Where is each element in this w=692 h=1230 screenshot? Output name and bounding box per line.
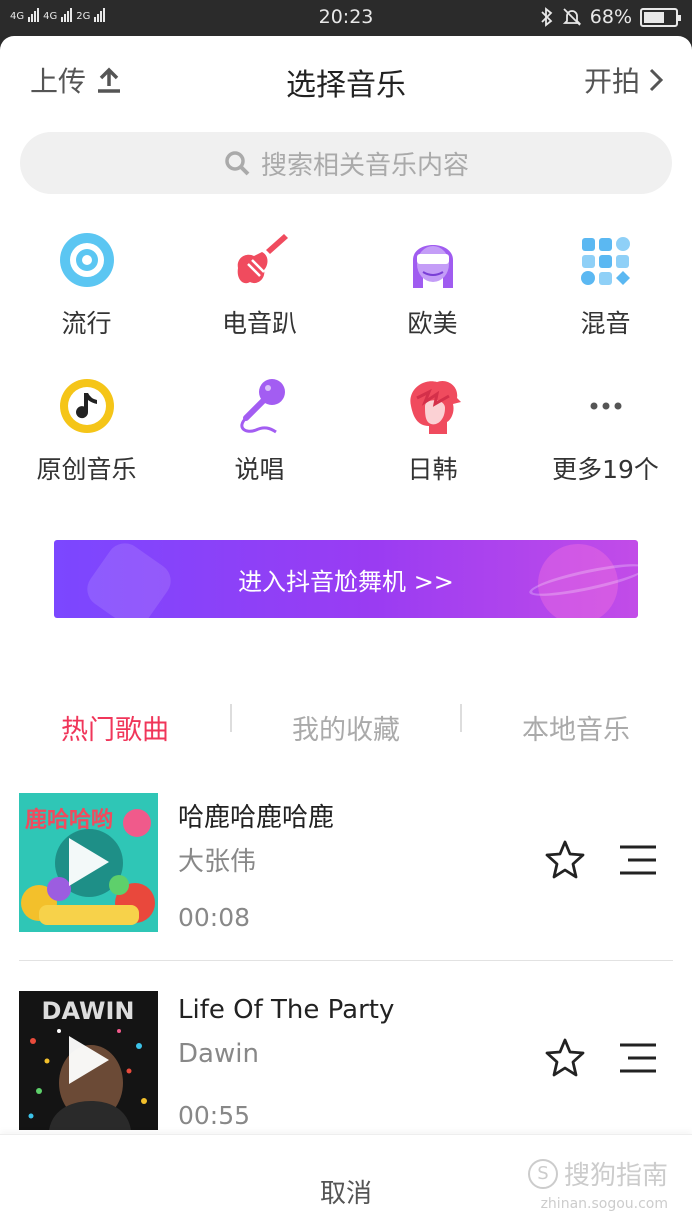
battery-percent: 68%: [589, 6, 632, 28]
header: 上传 选择音乐 开拍: [0, 36, 692, 122]
watermark-url: zhinan.sogou.com: [540, 1196, 668, 1212]
banner-decoration: [80, 540, 178, 618]
battery-fill: [644, 11, 665, 23]
song-artist: Dawin: [178, 1039, 259, 1069]
grid-icon: [580, 237, 630, 285]
category-label: 欧美: [407, 309, 458, 338]
play-icon: [69, 1036, 109, 1084]
category-pop[interactable]: 流行: [0, 230, 173, 340]
disc-icon: [59, 233, 114, 287]
shoot-button[interactable]: 开拍: [584, 60, 664, 100]
category-label: 说唱: [234, 455, 285, 484]
status-bar: 4G 4G 2G 20:23 68%: [0, 0, 692, 36]
shoot-label: 开拍: [583, 65, 640, 98]
star-icon[interactable]: [544, 1037, 586, 1079]
music-picker-sheet: 上传 选择音乐 开拍 搜索相关音乐内容 流行 电音趴 欧美 混音 原创音乐 说唱…: [0, 36, 692, 1230]
sogou-logo-icon: S: [527, 1158, 558, 1189]
song-duration: 00:55: [178, 1101, 251, 1130]
category-label: 日韩: [407, 455, 458, 484]
category-original[interactable]: 原创音乐: [0, 376, 173, 486]
category-label: 混音: [580, 309, 631, 338]
category-rap[interactable]: 说唱: [173, 376, 346, 486]
hair-avatar-icon: [409, 380, 461, 434]
watermark: S 搜狗指南 zhinan.sogou.com: [527, 1155, 668, 1212]
chevron-right-icon: [649, 68, 664, 92]
more-icon: [590, 402, 621, 410]
category-label: 更多19个: [552, 455, 659, 484]
footer: 取消 S 搜狗指南 zhinan.sogou.com: [0, 1134, 692, 1230]
play-icon: [69, 838, 109, 886]
category-edm[interactable]: 电音趴: [173, 230, 346, 340]
bluetooth-icon: [541, 7, 553, 27]
search-icon: [225, 151, 250, 176]
category-western[interactable]: 欧美: [346, 230, 519, 340]
category-jp-kr[interactable]: 日韩: [346, 376, 519, 486]
cover-title: DAWIN: [42, 997, 135, 1025]
category-remix[interactable]: 混音: [519, 230, 692, 340]
row-divider: [19, 960, 673, 961]
search-placeholder: 搜索相关音乐内容: [260, 150, 469, 181]
song-duration: 00:08: [178, 903, 251, 932]
album-cover[interactable]: 鹿哈哈哟: [19, 793, 158, 932]
battery-icon: [640, 7, 681, 27]
song-title: Life Of The Party: [178, 995, 395, 1025]
song-title: 哈鹿哈鹿哈鹿: [178, 803, 335, 833]
tab-hot-songs[interactable]: 热门歌曲: [0, 708, 230, 747]
cover-title: 鹿哈哈哟: [25, 807, 113, 833]
sunglasses-avatar-icon: [412, 245, 453, 288]
song-row[interactable]: DAWIN Life Of The Party Dawin 00:55: [0, 991, 692, 1131]
music-note-icon: [59, 379, 114, 433]
category-more[interactable]: 更多19个: [519, 376, 692, 486]
star-icon[interactable]: [544, 839, 586, 881]
category-label: 原创音乐: [36, 455, 137, 484]
song-artist: 大张伟: [178, 847, 257, 877]
playlist-menu-icon[interactable]: [618, 843, 658, 877]
album-cover[interactable]: DAWIN: [19, 991, 158, 1130]
song-row[interactable]: 鹿哈哈哟 哈鹿哈鹿哈鹿 大张伟 00:08: [0, 793, 692, 933]
playlist-menu-icon[interactable]: [618, 1041, 658, 1075]
tab-favorites[interactable]: 我的收藏: [231, 708, 461, 747]
dance-machine-banner[interactable]: 进入抖音尬舞机 >>: [54, 540, 638, 618]
microphone-icon: [239, 379, 285, 434]
banner-label: 进入抖音尬舞机 >>: [238, 567, 454, 596]
category-label: 电音趴: [221, 309, 297, 338]
guitar-icon: [237, 234, 288, 284]
tab-local-music[interactable]: 本地音乐: [461, 708, 691, 747]
bell-muted-icon: [562, 8, 581, 26]
search-input[interactable]: 搜索相关音乐内容: [20, 132, 672, 194]
music-tabs: 热门歌曲 我的收藏 本地音乐: [0, 696, 692, 756]
category-label: 流行: [61, 309, 112, 338]
watermark-title: 搜狗指南: [563, 1161, 668, 1191]
